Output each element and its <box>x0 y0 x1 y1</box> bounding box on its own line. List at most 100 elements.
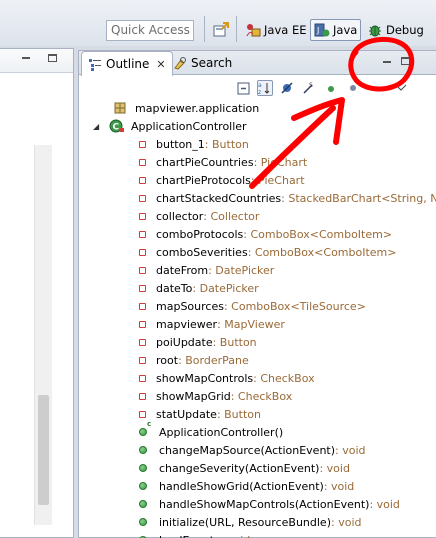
tree-item-label: mapviewer.application <box>135 101 260 115</box>
private-field-icon <box>139 302 146 310</box>
java-icon: J <box>314 22 330 38</box>
sort-icon[interactable]: az <box>257 80 273 96</box>
toolbar-separator <box>236 16 237 42</box>
tree-item-type: : ComboBox<ComboItem> <box>247 245 397 259</box>
hide-static-icon[interactable]: S <box>301 80 317 96</box>
tree-item-type: : Button <box>216 407 261 421</box>
perspective-label: Java <box>333 23 358 37</box>
tree-item-type: : ComboBox<ComboItem> <box>243 227 393 241</box>
left-panel-header <box>0 49 73 73</box>
tree-item-type: : Collector <box>203 209 260 223</box>
tree-item-package[interactable]: mapviewer.application <box>113 99 259 117</box>
perspective-java-ee-button[interactable]: Java EE <box>242 19 309 41</box>
tree-item-label: root <box>156 353 179 367</box>
view-menu-icon[interactable] <box>393 80 409 96</box>
tree-item-method[interactable]: changeMapSource(ActionEvent) : void <box>139 441 366 459</box>
private-field-icon <box>139 284 146 292</box>
private-field-icon <box>139 320 146 328</box>
tree-item-label: button_1 <box>156 137 205 151</box>
private-field-icon <box>139 266 146 274</box>
tab-label: Outline <box>106 57 150 71</box>
tree-item-label: statUpdate <box>156 407 217 421</box>
tree-item-type: : StackedBarChart<String, N <box>281 191 436 205</box>
tree-item-field[interactable]: dateTo : DatePicker <box>139 279 259 297</box>
svg-text:z: z <box>258 89 261 95</box>
tree-item-field[interactable]: collector : Collector <box>139 207 259 225</box>
tree-item-label: handleShowMapControls(ActionEvent) <box>159 497 370 511</box>
tree-item-field[interactable]: chartPieProtocols : PieChart <box>139 171 305 189</box>
tree-item-method[interactable]: changeSeverity(ActionEvent) : void <box>139 459 350 477</box>
tree-item-field[interactable]: root : BorderPane <box>139 351 249 369</box>
tree-item-field[interactable]: comboProtocols : ComboBox<ComboItem> <box>139 225 392 243</box>
tree-item-constructor[interactable]: c ApplicationController() <box>139 420 284 441</box>
tree-item-type: : void <box>323 479 355 493</box>
tree-item-method[interactable]: handleShowGrid(ActionEvent) : void <box>139 477 354 495</box>
public-method-icon <box>139 482 147 490</box>
tree-item-field[interactable]: statUpdate : Button <box>139 405 261 423</box>
java-ee-icon <box>245 22 261 38</box>
private-field-icon <box>139 338 146 346</box>
tree-item-class[interactable]: ◢ C ApplicationController <box>93 117 247 135</box>
package-import-icon <box>113 101 127 115</box>
perspective-java-button[interactable]: J Java <box>310 19 362 41</box>
tree-item-type: : void <box>319 461 350 475</box>
perspective-debug-button[interactable]: Debug <box>364 19 427 41</box>
tree-item-field[interactable]: comboSeverities : ComboBox<ComboItem> <box>139 243 397 261</box>
tree-item-field[interactable]: mapviewer : MapViewer <box>139 315 285 333</box>
scrollbar-thumb[interactable] <box>38 395 49 505</box>
open-perspective-icon <box>213 22 229 38</box>
outline-toolbar: az S <box>79 77 436 97</box>
collapse-all-icon[interactable] <box>235 80 251 96</box>
svg-text:a: a <box>258 82 262 89</box>
private-field-icon <box>139 194 146 202</box>
tree-item-label: mapSources <box>156 299 224 313</box>
tree-item-label: comboSeverities <box>156 245 248 259</box>
tree-item-method[interactable]: loadEvents : void <box>139 531 250 538</box>
tree-item-type: : ComboBox<TileSource> <box>223 299 366 313</box>
private-field-icon <box>139 230 146 238</box>
private-field-icon <box>139 248 146 256</box>
hide-fields-icon[interactable] <box>279 80 295 96</box>
tree-item-type: : void <box>220 534 250 538</box>
tree-item-field[interactable]: chartStackedCountries : StackedBarChart<… <box>139 189 436 207</box>
minimize-icon[interactable] <box>22 57 30 59</box>
open-perspective-button[interactable] <box>210 19 232 41</box>
view-tab-bar: Outline ✕ Search <box>79 51 436 76</box>
link-with-editor-icon[interactable] <box>345 80 361 96</box>
close-icon[interactable]: ✕ <box>156 58 165 71</box>
tree-item-type: : DatePicker <box>192 281 259 295</box>
public-method-icon <box>139 446 147 454</box>
bug-icon <box>367 22 383 38</box>
class-icon: C <box>109 119 125 133</box>
tree-item-field[interactable]: showMapGrid : CheckBox <box>139 387 292 405</box>
svg-text:C: C <box>113 123 120 133</box>
left-panel <box>0 48 74 538</box>
quick-access-input[interactable]: Quick Access <box>106 20 194 41</box>
tree-item-method[interactable]: initialize(URL, ResourceBundle) : void <box>139 513 361 531</box>
tree-item-type: : Button <box>204 137 249 151</box>
private-field-icon <box>139 356 146 364</box>
public-method-icon <box>139 464 147 472</box>
private-field-icon <box>139 392 146 400</box>
tab-search[interactable]: Search <box>167 51 238 75</box>
tree-item-field[interactable]: mapSources : ComboBox<TileSource> <box>139 297 366 315</box>
tab-outline[interactable]: Outline ✕ <box>81 51 173 76</box>
tree-item-field[interactable]: showMapControls : CheckBox <box>139 369 315 387</box>
tree-item-label: chartPieProtocols <box>156 173 251 187</box>
expand-twisty-icon[interactable]: ◢ <box>93 122 99 131</box>
tree-item-field[interactable]: poiUpdate : Button <box>139 333 257 351</box>
maximize-icon[interactable] <box>401 57 410 65</box>
hide-non-public-icon[interactable] <box>323 80 339 96</box>
tree-item-field[interactable]: dateFrom : DatePicker <box>139 261 274 279</box>
tree-item-field[interactable]: button_1 : Button <box>139 135 249 153</box>
constructor-icon: c <box>139 420 151 439</box>
tree-item-field[interactable]: chartPieCountries : PieChart <box>139 153 307 171</box>
maximize-icon[interactable] <box>48 54 57 62</box>
tree-item-method[interactable]: handleShowMapControls(ActionEvent) : voi… <box>139 495 400 513</box>
tree-item-type: : CheckBox <box>253 371 315 385</box>
tree-item-label: changeSeverity(ActionEvent) <box>159 461 320 475</box>
minimize-icon[interactable] <box>383 61 391 63</box>
tree-item-label: ApplicationController() <box>159 425 284 439</box>
tree-item-type: : void <box>331 515 362 529</box>
tree-item-label: changeMapSource(ActionEvent) <box>159 443 336 457</box>
